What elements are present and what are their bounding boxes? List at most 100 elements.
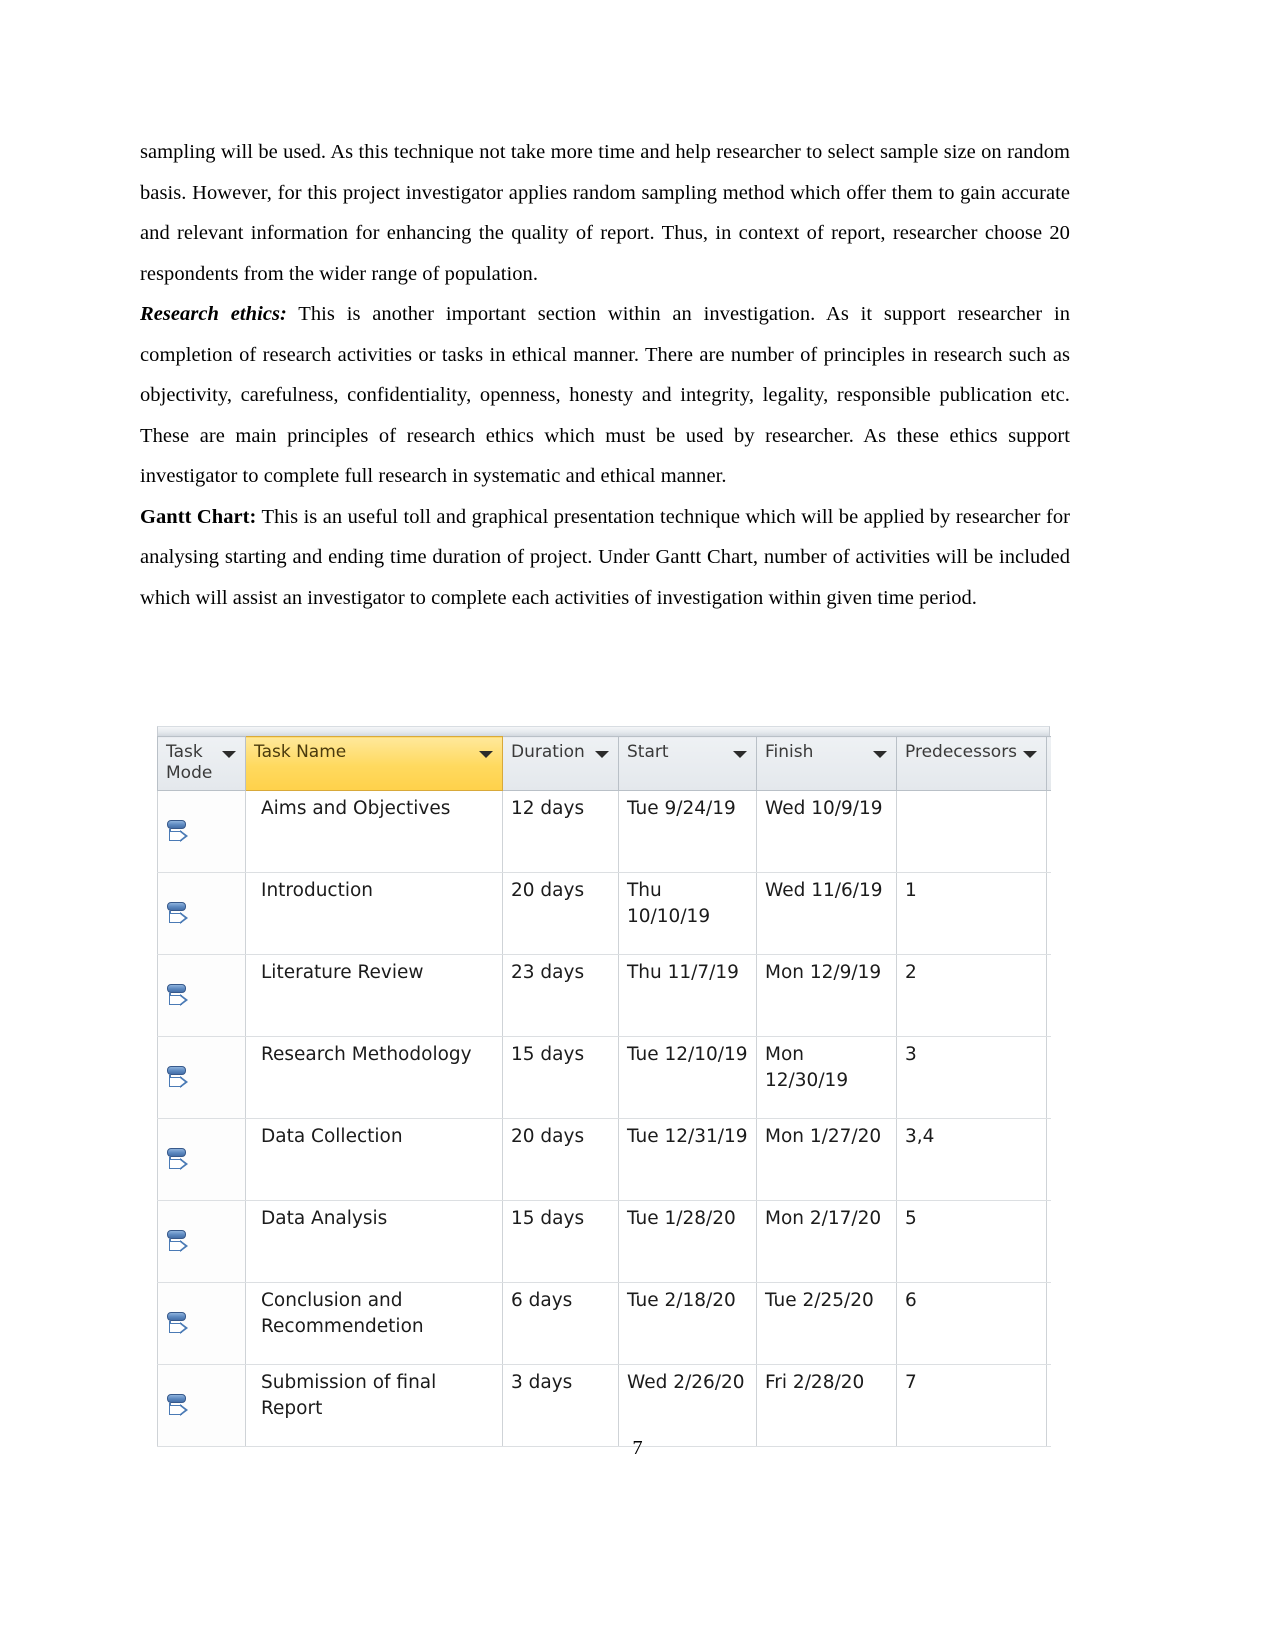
task-name-cell[interactable]: Aims and Objectives (245, 790, 503, 873)
column-header-duration[interactable]: Duration (502, 736, 619, 791)
start-cell[interactable]: Wed 2/26/20 (618, 1364, 757, 1447)
duration-cell[interactable]: 20 days (502, 872, 619, 955)
auto-scheduled-icon (166, 984, 192, 1009)
predecessors-cell[interactable]: 7 (896, 1364, 1047, 1447)
table-header-row: Task Mode Task Name Duration Start Finis… (157, 736, 1051, 791)
predecessors-cell[interactable]: 6 (896, 1282, 1047, 1365)
paragraph-sampling-text: sampling will be used. As this technique… (140, 141, 1070, 285)
task-mode-cell[interactable] (157, 1282, 246, 1365)
table-row[interactable]: Data Analysis 15 days Tue 1/28/20 Mon 2/… (157, 1200, 1051, 1283)
auto-scheduled-icon (166, 1312, 192, 1337)
chevron-down-icon[interactable] (479, 751, 493, 758)
predecessors-cell[interactable] (896, 790, 1047, 873)
predecessors-cell[interactable]: 2 (896, 954, 1047, 1037)
predecessors-cell[interactable]: 3,4 (896, 1118, 1047, 1201)
task-mode-cell[interactable] (157, 1036, 246, 1119)
predecessors-cell[interactable]: 1 (896, 872, 1047, 955)
truncated-cell (1046, 1036, 1051, 1119)
start-cell[interactable]: Thu 11/7/19 (618, 954, 757, 1037)
column-header-predecessors-label: Predecessors (905, 742, 1018, 762)
task-name-cell[interactable]: Literature Review (245, 954, 503, 1037)
auto-scheduled-icon (166, 1230, 192, 1255)
task-name-cell[interactable]: Research Methodology (245, 1036, 503, 1119)
start-cell[interactable]: Tue 1/28/20 (618, 1200, 757, 1283)
table-row[interactable]: Aims and Objectives 12 days Tue 9/24/19 … (157, 790, 1051, 873)
paragraph-gantt-chart-text: This is an useful toll and graphical pre… (140, 505, 1070, 609)
finish-cell[interactable]: Wed 10/9/19 (756, 790, 897, 873)
column-header-start[interactable]: Start (618, 736, 757, 791)
auto-scheduled-icon (166, 902, 192, 927)
document-page: sampling will be used. As this technique… (0, 0, 1275, 1651)
finish-cell[interactable]: Mon 12/9/19 (756, 954, 897, 1037)
column-header-start-label: Start (627, 742, 669, 762)
chevron-down-icon[interactable] (1023, 751, 1037, 758)
column-header-finish-label: Finish (765, 742, 814, 762)
duration-cell[interactable]: 15 days (502, 1036, 619, 1119)
duration-cell[interactable]: 20 days (502, 1118, 619, 1201)
truncated-cell (1046, 1364, 1051, 1447)
duration-cell[interactable]: 12 days (502, 790, 619, 873)
start-cell[interactable]: Tue 12/10/19 (618, 1036, 757, 1119)
task-name-cell[interactable]: Conclusion and Recommendetion (245, 1282, 503, 1365)
gantt-task-table: Task Mode Task Name Duration Start Finis… (157, 736, 1051, 1447)
gantt-chart-heading: Gantt Chart: (140, 505, 257, 528)
predecessors-cell[interactable]: 5 (896, 1200, 1047, 1283)
paragraph-sampling: sampling will be used. As this technique… (140, 132, 1070, 294)
finish-cell[interactable]: Mon 12/30/19 (756, 1036, 897, 1119)
start-cell[interactable]: Thu 10/10/19 (618, 872, 757, 955)
table-row[interactable]: Conclusion and Recommendetion 6 days Tue… (157, 1282, 1051, 1365)
column-header-task-name[interactable]: Task Name (245, 736, 503, 791)
auto-scheduled-icon (166, 1066, 192, 1091)
table-row[interactable]: Literature Review 23 days Thu 11/7/19 Mo… (157, 954, 1051, 1037)
start-cell[interactable]: Tue 9/24/19 (618, 790, 757, 873)
chevron-down-icon[interactable] (222, 751, 236, 758)
task-mode-cell[interactable] (157, 790, 246, 873)
gantt-table-body: Aims and Objectives 12 days Tue 9/24/19 … (157, 790, 1051, 1447)
task-mode-cell[interactable] (157, 1364, 246, 1447)
finish-cell[interactable]: Fri 2/28/20 (756, 1364, 897, 1447)
finish-cell[interactable]: Mon 2/17/20 (756, 1200, 897, 1283)
task-mode-cell[interactable] (157, 1118, 246, 1201)
column-header-task-name-label: Task Name (254, 742, 347, 762)
finish-cell[interactable]: Tue 2/25/20 (756, 1282, 897, 1365)
paragraph-gantt-chart: Gantt Chart: This is an useful toll and … (140, 497, 1070, 619)
table-row[interactable]: Research Methodology 15 days Tue 12/10/1… (157, 1036, 1051, 1119)
task-mode-cell[interactable] (157, 1200, 246, 1283)
finish-cell[interactable]: Wed 11/6/19 (756, 872, 897, 955)
chevron-down-icon[interactable] (873, 751, 887, 758)
duration-cell[interactable]: 6 days (502, 1282, 619, 1365)
auto-scheduled-icon (166, 1394, 192, 1419)
document-body: sampling will be used. As this technique… (140, 132, 1070, 618)
paragraph-research-ethics: Research ethics: This is another importa… (140, 294, 1070, 497)
start-cell[interactable]: Tue 12/31/19 (618, 1118, 757, 1201)
chevron-down-icon[interactable] (733, 751, 747, 758)
gantt-table-figure: Task Mode Task Name Duration Start Finis… (157, 726, 1051, 1447)
task-name-cell[interactable]: Data Analysis (245, 1200, 503, 1283)
table-row[interactable]: Introduction 20 days Thu 10/10/19 Wed 11… (157, 872, 1051, 955)
truncated-cell (1046, 790, 1051, 873)
task-name-cell[interactable]: Data Collection (245, 1118, 503, 1201)
duration-cell[interactable]: 23 days (502, 954, 619, 1037)
column-header-task-mode-label: Task Mode (166, 742, 213, 783)
column-header-task-mode[interactable]: Task Mode (157, 736, 246, 791)
predecessors-cell[interactable]: 3 (896, 1036, 1047, 1119)
task-mode-cell[interactable] (157, 872, 246, 955)
duration-cell[interactable]: 3 days (502, 1364, 619, 1447)
task-mode-cell[interactable] (157, 954, 246, 1037)
paragraph-research-ethics-text: This is another important section within… (140, 303, 1070, 487)
finish-cell[interactable]: Mon 1/27/20 (756, 1118, 897, 1201)
table-row[interactable]: Data Collection 20 days Tue 12/31/19 Mon… (157, 1118, 1051, 1201)
research-ethics-heading: Research ethics: (140, 303, 287, 325)
column-header-truncated (1046, 736, 1051, 791)
column-header-predecessors[interactable]: Predecessors (896, 736, 1047, 791)
start-cell[interactable]: Tue 2/18/20 (618, 1282, 757, 1365)
task-name-cell[interactable]: Submission of final Report (245, 1364, 503, 1447)
truncated-cell (1046, 872, 1051, 955)
duration-cell[interactable]: 15 days (502, 1200, 619, 1283)
column-header-finish[interactable]: Finish (756, 736, 897, 791)
auto-scheduled-icon (166, 1148, 192, 1173)
chevron-down-icon[interactable] (595, 751, 609, 758)
task-name-cell[interactable]: Introduction (245, 872, 503, 955)
auto-scheduled-icon (166, 820, 192, 845)
table-row[interactable]: Submission of final Report 3 days Wed 2/… (157, 1364, 1051, 1447)
